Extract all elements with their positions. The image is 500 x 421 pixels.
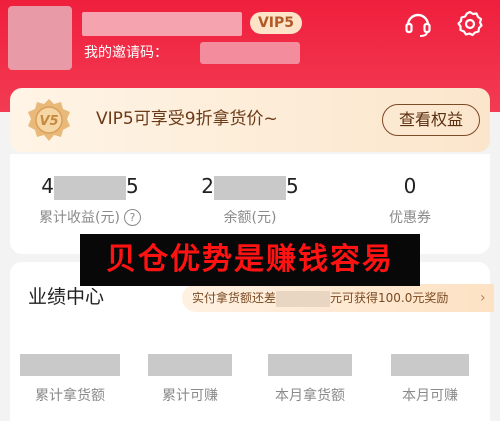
month-purchase-label: 本月拿货额 — [275, 388, 345, 404]
headset-icon[interactable] — [402, 8, 434, 40]
stat-total-earnings[interactable]: 45 累计收益(元)? — [10, 172, 170, 228]
view-benefits-button[interactable]: 查看权益 — [382, 104, 480, 136]
stat-month-purchase[interactable]: 本月拿货额 — [250, 350, 370, 406]
total-earnings-label: 累计收益(元) — [39, 210, 120, 226]
performance-center-title: 业绩中心 — [28, 286, 105, 308]
coupons-label: 优惠券 — [389, 210, 431, 226]
coupons-value: 0 — [403, 174, 417, 198]
chevron-right-icon[interactable]: › — [480, 284, 490, 312]
svg-text:V5: V5 — [39, 114, 58, 129]
month-earnable-label: 本月可赚 — [402, 388, 458, 404]
overlay-banner: 贝仓优势是赚钱容易 — [80, 234, 420, 286]
gear-icon[interactable] — [454, 8, 486, 40]
vip-benefit-card: V5 VIP5可享受9折拿货价~ 查看权益 — [10, 88, 490, 152]
stat-balance[interactable]: 25 余额(元) — [170, 172, 330, 228]
invite-code-redacted[interactable] — [200, 42, 300, 64]
username-redacted — [82, 12, 242, 36]
reward-progress-tip[interactable]: 实付拿货额还差 元可获得100.0元奖励 — [182, 284, 494, 312]
total-purchase-label: 累计拿货额 — [35, 388, 105, 404]
stat-coupons[interactable]: 0 优惠券 — [330, 172, 490, 228]
balance-value: 25 — [201, 174, 299, 200]
balance-label: 余额(元) — [223, 210, 277, 226]
total-earnable-label: 累计可赚 — [162, 388, 218, 404]
stat-total-purchase[interactable]: 累计拿货额 — [10, 350, 130, 406]
stat-month-earnable[interactable]: 本月可赚 — [370, 350, 490, 406]
help-icon[interactable]: ? — [123, 209, 141, 226]
avatar[interactable] — [8, 6, 72, 70]
vip-level-badge[interactable]: VIP5 — [250, 12, 302, 34]
vip-medal-icon: V5 — [26, 98, 72, 144]
vip-discount-text: VIP5可享受9折拿货价~ — [96, 109, 278, 129]
invite-code-label: 我的邀请码： — [84, 45, 168, 61]
stat-total-earnable[interactable]: 累计可赚 — [130, 350, 250, 406]
total-earnings-value: 45 — [41, 174, 139, 200]
